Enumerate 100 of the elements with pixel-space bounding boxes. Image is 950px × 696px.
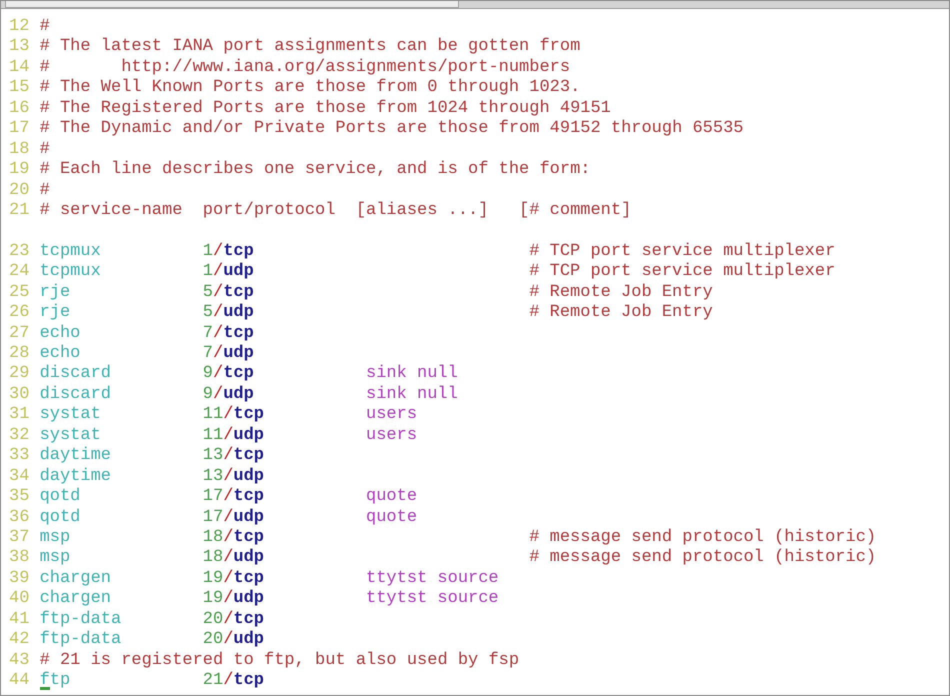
port-protocol: 5/udp bbox=[202, 303, 254, 324]
service-name: ftp-data bbox=[40, 630, 122, 651]
line-number: 18 bbox=[9, 140, 30, 160]
port-protocol: 17/tcp bbox=[202, 487, 264, 508]
line-number: 35 bbox=[9, 487, 30, 508]
line-number: 19 bbox=[9, 160, 30, 180]
port-protocol: 19/tcp bbox=[202, 568, 264, 590]
service-name: echo bbox=[40, 344, 80, 364]
service-name: discard bbox=[40, 364, 111, 385]
comment-line: # The Well Known Ports are those from 0 through 1023. bbox=[40, 78, 580, 99]
port-protocol: 9/udp bbox=[202, 384, 254, 406]
line-number: 33 bbox=[9, 446, 30, 467]
line-number: 38 bbox=[9, 548, 30, 569]
line-number: 26 bbox=[9, 303, 30, 324]
service-name: msp bbox=[40, 528, 70, 548]
line-number: 43 bbox=[9, 650, 30, 671]
service-name: chargen bbox=[40, 568, 111, 590]
comment-line: # bbox=[40, 140, 50, 160]
service-aliases: ttytst source bbox=[366, 589, 499, 610]
port-protocol: 20/udp bbox=[202, 630, 264, 651]
comment-line: # bbox=[40, 180, 50, 201]
service-name: systat bbox=[40, 426, 101, 446]
port-protocol: 1/udp bbox=[202, 262, 254, 283]
service-name: ftp-data bbox=[40, 610, 122, 630]
service-comment: # Remote Job Entry bbox=[529, 282, 713, 304]
line-number: 44 bbox=[9, 671, 30, 692]
line-number: 41 bbox=[9, 610, 30, 630]
line-number: 23 bbox=[9, 242, 30, 262]
comment-line: # Each line describes one service, and is of the form: bbox=[40, 160, 590, 180]
comment-line: # bbox=[40, 17, 50, 38]
port-protocol: 7/tcp bbox=[202, 324, 254, 344]
service-comment: # Remote Job Entry bbox=[529, 303, 713, 324]
line-number: 14 bbox=[9, 58, 30, 78]
port-protocol: 11/tcp bbox=[202, 405, 264, 426]
service-name: msp bbox=[40, 548, 70, 569]
service-aliases: quote bbox=[366, 508, 418, 528]
port-protocol: 7/udp bbox=[202, 344, 254, 364]
comment-line: # The latest IANA port assignments can be gotten from bbox=[40, 37, 580, 58]
service-name: qotd bbox=[40, 487, 80, 508]
port-protocol: 9/tcp bbox=[202, 364, 254, 385]
port-protocol: 11/udp bbox=[202, 426, 264, 446]
port-protocol: 13/udp bbox=[202, 466, 264, 488]
port-protocol: 18/tcp bbox=[202, 528, 264, 548]
service-name: discard bbox=[40, 384, 111, 406]
service-name: rje bbox=[40, 282, 70, 304]
comment-line: # The Dynamic and/or Private Ports are those from 49152 through 65535 bbox=[40, 119, 744, 140]
line-number: 31 bbox=[9, 405, 30, 426]
line-number: 27 bbox=[9, 324, 30, 344]
line-number: 37 bbox=[9, 528, 30, 548]
comment-line: # The Registered Ports are those from 1024 through 49151 bbox=[40, 98, 611, 120]
port-protocol: 21/tcp bbox=[202, 671, 264, 692]
service-name: chargen bbox=[40, 589, 111, 610]
comment-line: # 21 is registered to ftp, but also used by fsp bbox=[40, 650, 520, 671]
service-name: systat bbox=[40, 405, 101, 426]
service-aliases: sink null bbox=[366, 384, 458, 406]
line-number: 21 bbox=[9, 200, 30, 222]
line-number: 17 bbox=[9, 119, 30, 140]
service-comment: # message send protocol (historic) bbox=[529, 548, 876, 569]
line-number: 39 bbox=[9, 568, 30, 590]
service-name: echo bbox=[40, 324, 80, 344]
file-tab[interactable] bbox=[5, 1, 459, 8]
line-number: 32 bbox=[9, 426, 30, 446]
service-name: daytime bbox=[40, 446, 111, 467]
port-protocol: 1/tcp bbox=[202, 242, 254, 262]
service-name: tcpmux bbox=[40, 262, 101, 283]
line-number: 15 bbox=[9, 78, 30, 99]
port-protocol: 20/tcp bbox=[202, 610, 264, 630]
port-protocol: 19/udp bbox=[202, 589, 264, 610]
comment-line: # service-name port/protocol [aliases ...] [# comment] bbox=[40, 200, 632, 222]
service-comment: # TCP port service multiplexer bbox=[529, 262, 836, 283]
line-number: 16 bbox=[9, 98, 30, 120]
service-comment: # message send protocol (historic) bbox=[529, 528, 876, 548]
line-number: 40 bbox=[9, 589, 30, 610]
service-name: ftp bbox=[40, 671, 70, 692]
line-number: 28 bbox=[9, 344, 30, 364]
port-protocol: 13/tcp bbox=[202, 446, 264, 467]
line-number: 29 bbox=[9, 364, 30, 385]
port-protocol: 17/udp bbox=[202, 508, 264, 528]
service-aliases: ttytst source bbox=[366, 568, 499, 590]
comment-line: # http://www.iana.org/assignments/port-numbers bbox=[40, 58, 570, 78]
line-number: 20 bbox=[9, 180, 30, 201]
service-aliases: quote bbox=[366, 487, 418, 508]
line-number: 30 bbox=[9, 384, 30, 406]
line-number: 42 bbox=[9, 630, 30, 651]
line-number: 25 bbox=[9, 282, 30, 304]
line-number: 36 bbox=[9, 508, 30, 528]
service-aliases: users bbox=[366, 426, 418, 446]
line-number: 34 bbox=[9, 466, 30, 488]
service-comment: # TCP port service multiplexer bbox=[529, 242, 836, 262]
service-name: daytime bbox=[40, 466, 111, 488]
line-number: 24 bbox=[9, 262, 30, 283]
port-protocol: 18/udp bbox=[202, 548, 264, 569]
service-name: tcpmux bbox=[40, 242, 101, 262]
service-aliases: sink null bbox=[366, 364, 458, 385]
line-number: 12 bbox=[9, 17, 30, 38]
port-protocol: 5/tcp bbox=[202, 282, 254, 304]
service-name: rje bbox=[40, 303, 70, 324]
service-name: qotd bbox=[40, 508, 80, 528]
line-number: 13 bbox=[9, 37, 30, 58]
service-aliases: users bbox=[366, 405, 418, 426]
